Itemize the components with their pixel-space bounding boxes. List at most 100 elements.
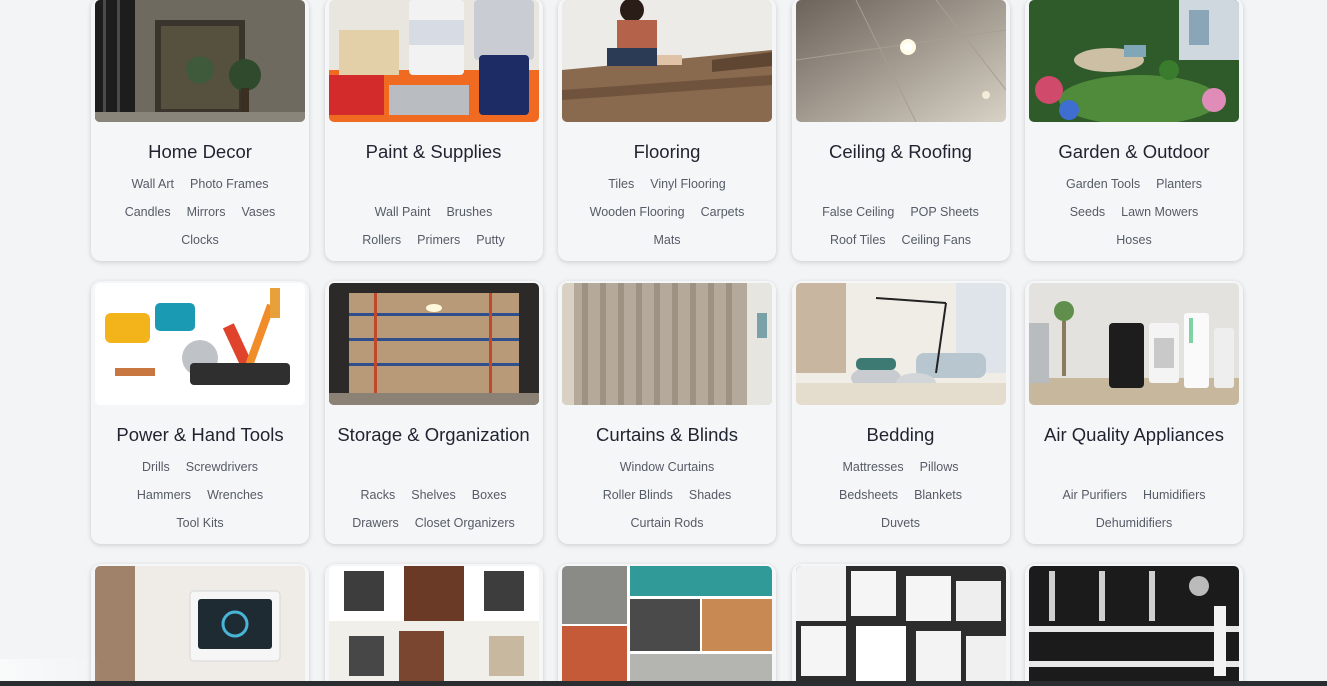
subcategory-link[interactable]: Drills — [134, 453, 178, 481]
subcategory-link[interactable]: Drawers — [344, 509, 407, 537]
subcategory-link[interactable]: Carpets — [693, 198, 753, 226]
category-title[interactable]: Flooring — [562, 140, 772, 164]
subcategory-list: Mattresses Pillows Bedsheets Blankets Du… — [796, 453, 1006, 537]
subcategory-list: Racks Shelves Boxes Drawers Closet Organ… — [329, 453, 539, 537]
building-materials-image[interactable] — [562, 566, 772, 686]
category-card-storage-organization[interactable]: Storage & Organization Racks Shelves Box… — [324, 281, 543, 544]
subcategory-link[interactable]: Curtain Rods — [623, 509, 712, 537]
subcategory-link[interactable]: Racks — [353, 481, 404, 509]
subcategory-link[interactable]: Wooden Flooring — [582, 198, 693, 226]
smart-home-image[interactable] — [95, 566, 305, 686]
subcategory-link[interactable]: Vinyl Flooring — [642, 170, 734, 198]
category-card-building-materials[interactable] — [558, 564, 776, 686]
category-card-power-hand-tools[interactable]: Power & Hand Tools Drills Screwdrivers H… — [91, 281, 309, 544]
subcategory-link[interactable]: Roof Tiles — [822, 226, 894, 254]
bottom-bar — [0, 681, 1327, 686]
flooring-image[interactable] — [562, 0, 772, 122]
subcategory-link[interactable]: POP Sheets — [902, 198, 987, 226]
category-card-paint-supplies[interactable]: Paint & Supplies Wall Paint Brushes Roll… — [324, 0, 543, 261]
category-card-curtains-blinds[interactable]: Curtains & Blinds Window Curtains Roller… — [558, 281, 776, 544]
category-title[interactable]: Air Quality Appliances — [1029, 423, 1239, 447]
subcategory-list: Air Purifiers Humidifiers Dehumidifiers — [1029, 453, 1239, 537]
subcategory-link[interactable]: Tool Kits — [168, 509, 231, 537]
subcategory-link[interactable]: Wall Paint — [367, 198, 439, 226]
subcategory-link[interactable]: Blankets — [906, 481, 970, 509]
subcategory-link[interactable]: Dehumidifiers — [1088, 509, 1180, 537]
subcategory-link[interactable]: Pillows — [912, 453, 967, 481]
subcategory-list: Wall Art Photo Frames Candles Mirrors Va… — [95, 170, 305, 254]
category-card-air-quality[interactable]: Air Quality Appliances Air Purifiers Hum… — [1025, 281, 1243, 544]
subcategory-link[interactable]: Humidifiers — [1135, 481, 1214, 509]
bedding-image[interactable] — [795, 283, 1006, 405]
category-card-bedding[interactable]: Bedding Mattresses Pillows Bedsheets Bla… — [791, 281, 1010, 544]
subcategory-list: Drills Screwdrivers Hammers Wrenches Too… — [95, 453, 305, 537]
subcategory-link[interactable]: False Ceiling — [814, 198, 902, 226]
subcategory-link[interactable]: Lawn Mowers — [1113, 198, 1206, 226]
subcategory-link[interactable]: Roller Blinds — [595, 481, 681, 509]
category-card-garden-outdoor[interactable]: Garden & Outdoor Garden Tools Planters S… — [1025, 0, 1243, 261]
subcategory-link[interactable]: Boxes — [464, 481, 515, 509]
category-card-smart-home[interactable] — [91, 564, 309, 686]
category-title[interactable]: Power & Hand Tools — [95, 423, 305, 447]
subcategory-link[interactable]: Garden Tools — [1058, 170, 1148, 198]
doors-windows-image[interactable] — [328, 566, 539, 686]
subcategory-link[interactable]: Vases — [233, 198, 283, 226]
paint-supplies-image[interactable] — [328, 0, 539, 122]
garden-outdoor-image[interactable] — [1029, 0, 1239, 122]
subcategory-link[interactable]: Window Curtains — [612, 453, 722, 481]
category-title[interactable]: Bedding — [796, 423, 1006, 447]
category-card-doors-windows[interactable] — [324, 564, 543, 686]
subcategory-link[interactable]: Closet Organizers — [407, 509, 523, 537]
subcategory-link[interactable]: Mirrors — [179, 198, 234, 226]
subcategory-link[interactable]: Mats — [645, 226, 688, 254]
subcategory-link[interactable]: Hammers — [129, 481, 199, 509]
category-title[interactable]: Garden & Outdoor — [1029, 140, 1239, 164]
category-title[interactable]: Paint & Supplies — [329, 140, 539, 164]
subcategory-link[interactable]: Rollers — [354, 226, 409, 254]
subcategory-link[interactable]: Brushes — [438, 198, 500, 226]
subcategory-link[interactable]: Mattresses — [834, 453, 911, 481]
subcategory-list: Wall Paint Brushes Rollers Primers Putty — [329, 170, 539, 254]
category-card-switches-sockets[interactable] — [791, 564, 1010, 686]
switches-sockets-image[interactable] — [795, 566, 1006, 686]
subcategory-link[interactable]: Bedsheets — [831, 481, 906, 509]
category-title[interactable]: Storage & Organization — [329, 423, 539, 447]
category-grid: Home Decor Wall Art Photo Frames Candles… — [91, 0, 1243, 686]
category-card-bathroom-fittings[interactable] — [1025, 564, 1243, 686]
subcategory-link[interactable]: Screwdrivers — [178, 453, 266, 481]
home-decor-image[interactable] — [95, 0, 305, 122]
subcategory-link[interactable]: Wall Art — [123, 170, 182, 198]
bathroom-fittings-image[interactable] — [1029, 566, 1239, 686]
subcategory-link[interactable]: Planters — [1148, 170, 1210, 198]
category-title[interactable]: Home Decor — [95, 140, 305, 164]
subcategory-link[interactable]: Wrenches — [199, 481, 271, 509]
tools-image[interactable] — [95, 283, 305, 405]
category-card-ceiling-roofing[interactable]: Ceiling & Roofing False Ceiling POP Shee… — [791, 0, 1010, 261]
subcategory-link[interactable]: Hoses — [1108, 226, 1159, 254]
category-page: Home Decor Wall Art Photo Frames Candles… — [0, 0, 1327, 686]
subcategory-link[interactable]: Ceiling Fans — [894, 226, 979, 254]
storage-image[interactable] — [328, 283, 539, 405]
subcategory-link[interactable]: Duvets — [873, 509, 928, 537]
subcategory-link[interactable]: Clocks — [173, 226, 227, 254]
subcategory-link[interactable]: Tiles — [600, 170, 642, 198]
subcategory-list: False Ceiling POP Sheets Roof Tiles Ceil… — [796, 170, 1006, 254]
category-title[interactable]: Curtains & Blinds — [562, 423, 772, 447]
category-card-flooring[interactable]: Flooring Tiles Vinyl Flooring Wooden Flo… — [558, 0, 776, 261]
subcategory-list: Tiles Vinyl Flooring Wooden Flooring Car… — [562, 170, 772, 254]
subcategory-link[interactable]: Putty — [468, 226, 513, 254]
subcategory-link[interactable]: Seeds — [1062, 198, 1113, 226]
curtains-image[interactable] — [562, 283, 772, 405]
subcategory-link[interactable]: Shelves — [403, 481, 463, 509]
subcategory-link[interactable]: Shades — [681, 481, 739, 509]
ceiling-roofing-image[interactable] — [795, 0, 1006, 122]
category-title[interactable]: Ceiling & Roofing — [796, 140, 1006, 164]
subcategory-link[interactable]: Air Purifiers — [1054, 481, 1135, 509]
air-quality-image[interactable] — [1029, 283, 1239, 405]
subcategory-link[interactable]: Photo Frames — [182, 170, 277, 198]
subcategory-list: Window Curtains Roller Blinds Shades Cur… — [562, 453, 772, 537]
corner-overlay — [0, 659, 100, 681]
category-card-home-decor[interactable]: Home Decor Wall Art Photo Frames Candles… — [91, 0, 309, 261]
subcategory-link[interactable]: Primers — [409, 226, 468, 254]
subcategory-link[interactable]: Candles — [117, 198, 179, 226]
